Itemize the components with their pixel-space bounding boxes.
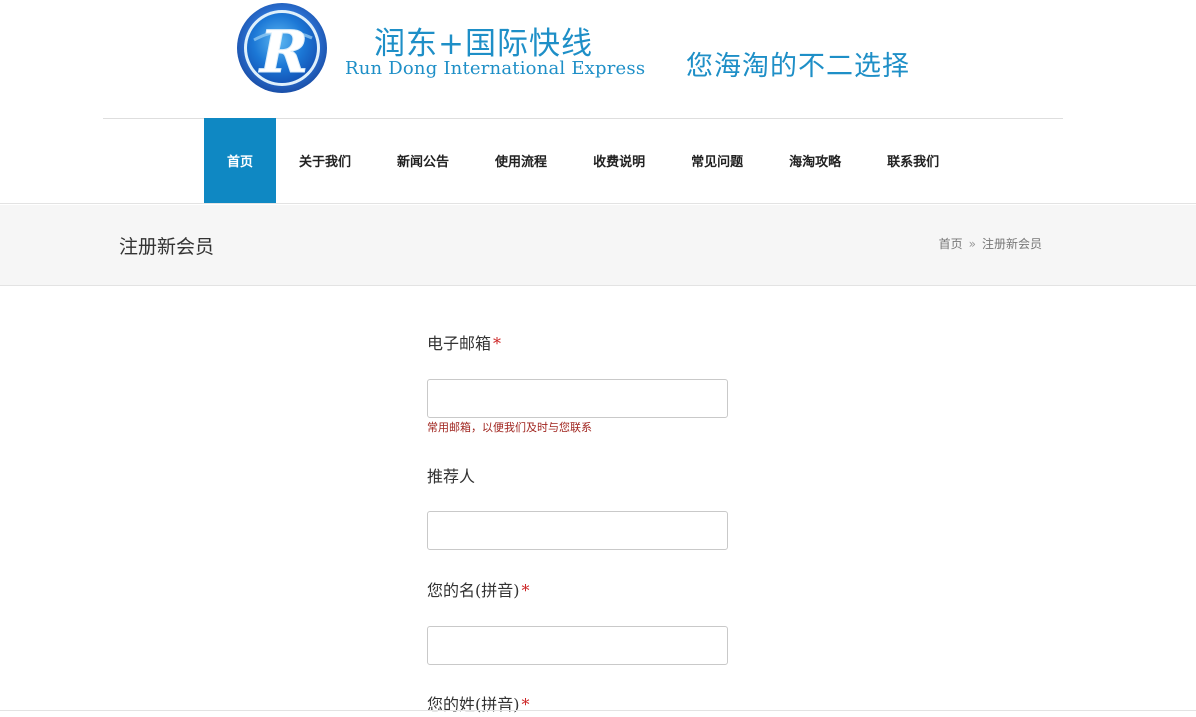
brand-name-en: Run Dong International Express [345,58,646,79]
main-nav: 首页 关于我们 新闻公告 使用流程 收费说明 常见问题 海淘攻略 联系我们 [0,118,1196,204]
nav-item-home[interactable]: 首页 [204,118,277,203]
breadcrumb-separator: » [968,237,976,251]
referrer-input[interactable] [427,511,728,550]
required-mark: * [521,695,530,714]
breadcrumb-current: 注册新会员 [981,237,1042,251]
nav-item-faq[interactable]: 常见问题 [668,118,766,203]
last-name-field-group: 您的姓(拼音) * [427,691,728,715]
first-name-field-group: 您的名(拼音) * [427,577,728,665]
nav-item-contact[interactable]: 联系我们 [864,118,962,203]
last-name-label: 您的姓(拼音) * [427,695,530,714]
bottom-divider [0,710,1196,711]
first-name-input[interactable] [427,626,728,665]
page-title-band: 注册新会员 首页 » 注册新会员 [0,205,1196,286]
slogan: 您海淘的不二选择 [686,51,910,82]
nav-item-about[interactable]: 关于我们 [276,118,374,203]
referrer-label: 推荐人 [427,467,476,486]
email-hint: 常用邮箱，以便我们及时与您联系 [427,421,592,434]
nav-item-process[interactable]: 使用流程 [472,118,570,203]
nav-item-guide[interactable]: 海淘攻略 [766,118,864,203]
site-header: R 润东+国际快线 Run Dong International Express… [0,0,1196,118]
page-title: 注册新会员 [119,236,215,258]
nav-list: 首页 关于我们 新闻公告 使用流程 收费说明 常见问题 海淘攻略 联系我们 [204,118,962,203]
required-mark: * [493,334,502,353]
nav-item-pricing[interactable]: 收费说明 [570,118,668,203]
brand-name-cn: 润东+国际快线 [374,26,593,62]
first-name-label: 您的名(拼音) * [427,581,530,600]
logo-letter: R [258,18,308,86]
email-label: 电子邮箱 * [427,334,502,353]
referrer-field-group: 推荐人 [427,463,728,550]
breadcrumb: 首页 » 注册新会员 [939,235,1042,252]
email-input[interactable] [427,379,728,418]
nav-item-news[interactable]: 新闻公告 [374,118,472,203]
required-mark: * [521,581,530,600]
logo-r-emblem-icon[interactable]: R [236,2,328,94]
email-field-group: 电子邮箱 * 常用邮箱，以便我们及时与您联系 [427,330,728,434]
breadcrumb-home-link[interactable]: 首页 [939,237,963,251]
